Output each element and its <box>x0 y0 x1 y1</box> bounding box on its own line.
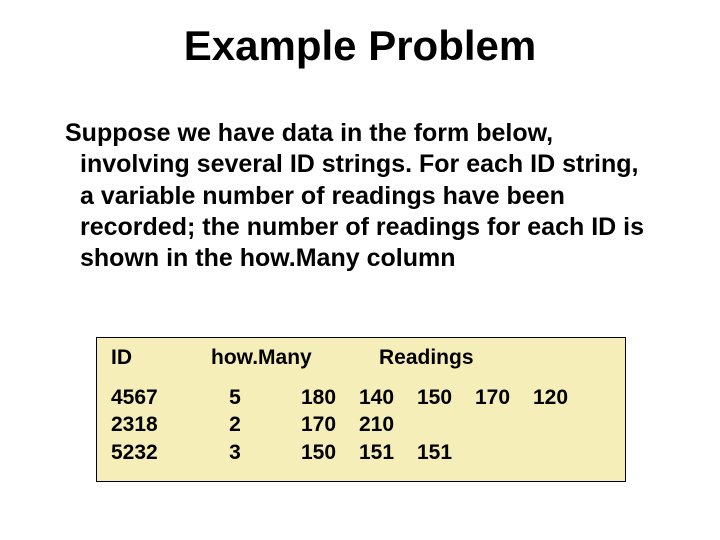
slide-title: Example Problem <box>0 22 720 70</box>
cell-how: 2 <box>201 411 269 438</box>
cell-reading: 151 <box>417 439 475 466</box>
col-header-id: ID <box>111 346 211 370</box>
cell-reading: 150 <box>417 384 475 411</box>
slide: Example Problem Suppose we have data in … <box>0 0 720 540</box>
cell-how: 5 <box>201 384 269 411</box>
cell-how: 3 <box>201 439 269 466</box>
cell-reading: 151 <box>359 439 417 466</box>
col-header-howmany: how.Many <box>211 346 351 370</box>
table-header: ID how.Many Readings <box>111 346 611 370</box>
table-row: 5232 3 150 151 151 <box>111 439 611 466</box>
table-row: 4567 5 180 140 150 170 120 <box>111 384 611 411</box>
body-text: Suppose we have data in the form below, … <box>80 118 650 274</box>
cell-reading: 120 <box>533 384 591 411</box>
cell-reading <box>533 439 591 466</box>
cell-reading <box>533 411 591 438</box>
cell-id: 5232 <box>111 439 201 466</box>
cell-reading: 170 <box>301 411 359 438</box>
body-paragraph: Suppose we have data in the form below, … <box>80 118 650 274</box>
cell-reading: 150 <box>301 439 359 466</box>
cell-reading: 210 <box>359 411 417 438</box>
cell-reading: 170 <box>475 384 533 411</box>
cell-id: 4567 <box>111 384 201 411</box>
cell-reading: 180 <box>301 384 359 411</box>
cell-id: 2318 <box>111 411 201 438</box>
table-row: 2318 2 170 210 <box>111 411 611 438</box>
cell-reading <box>417 411 475 438</box>
col-header-readings: Readings <box>351 346 611 370</box>
cell-reading <box>475 439 533 466</box>
data-table: ID how.Many Readings 4567 5 180 140 150 … <box>96 337 626 482</box>
cell-reading: 140 <box>359 384 417 411</box>
cell-reading <box>475 411 533 438</box>
